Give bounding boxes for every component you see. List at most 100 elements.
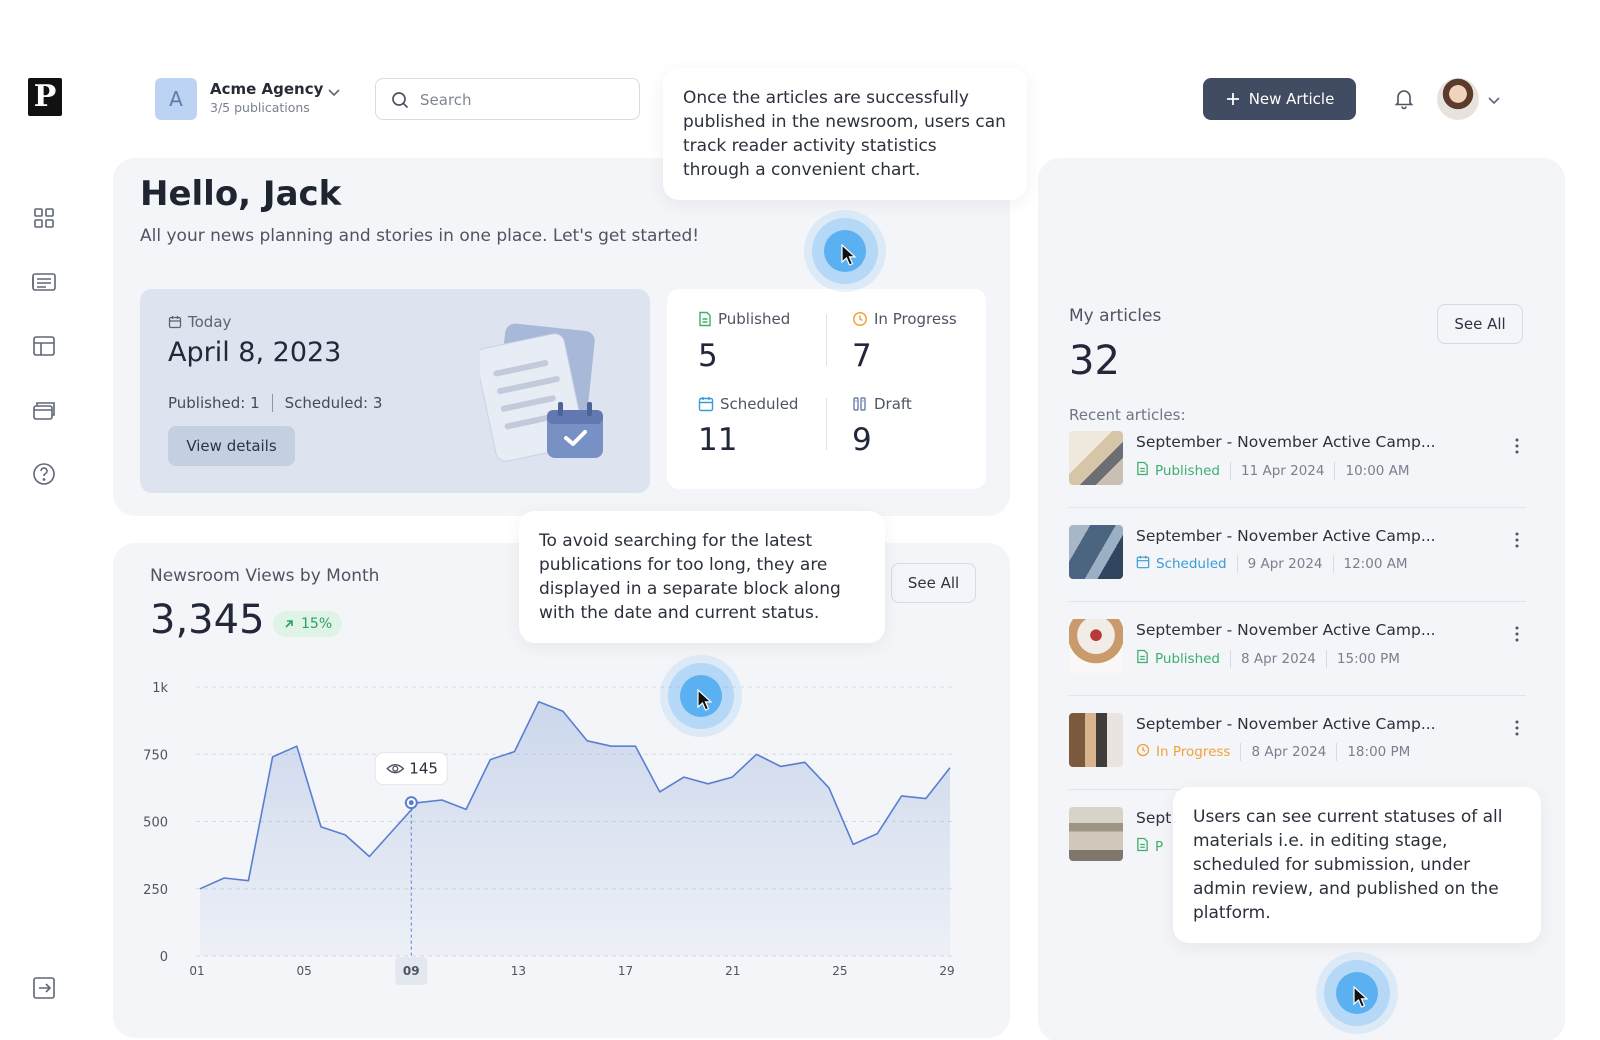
meta-divider: [1332, 555, 1334, 573]
status-feature-tooltip: Users can see current statuses of all ma…: [1173, 787, 1541, 943]
stat-published-label: Published: [698, 310, 790, 328]
article-time: 18:00 PM: [1347, 744, 1411, 760]
stat-in-progress-label: In Progress: [852, 310, 957, 328]
y-tick-label: 1k: [152, 681, 168, 696]
new-article-button[interactable]: New Article: [1203, 78, 1356, 120]
page-subtitle: All your news planning and stories in on…: [140, 226, 700, 246]
article-title[interactable]: Sept: [1136, 809, 1171, 827]
today-stats: Published: 1 Scheduled: 3: [168, 394, 383, 412]
more-options-icon[interactable]: [1514, 437, 1520, 455]
article-meta: In Progress 8 Apr 2024 18:00 PM: [1136, 743, 1410, 761]
articles-see-all-button[interactable]: See All: [1437, 304, 1523, 344]
stat-scheduled-label: Scheduled: [698, 395, 798, 413]
x-tick-label: 21: [725, 964, 740, 978]
meta-divider: [1325, 649, 1327, 668]
article-title[interactable]: September - November Active Camp...: [1136, 621, 1436, 639]
chevron-down-icon[interactable]: [1487, 92, 1501, 106]
article-thumbnail[interactable]: [1069, 525, 1123, 579]
notifications-bell-icon[interactable]: [1392, 86, 1416, 110]
article-time: 10:00 AM: [1345, 462, 1410, 479]
article-row[interactable]: September - November Active Camp... Sche…: [1069, 525, 1526, 603]
help-icon[interactable]: [30, 460, 58, 488]
clock-icon: [1136, 743, 1150, 761]
hotspot-cursor[interactable]: [1316, 952, 1398, 1034]
row-divider: [1069, 601, 1526, 602]
hotspot-cursor[interactable]: [660, 655, 742, 737]
layout-icon[interactable]: [30, 332, 58, 360]
status-badge: In Progress: [1136, 743, 1230, 761]
article-row[interactable]: September - November Active Camp... Publ…: [1069, 431, 1526, 509]
x-tick-label: 05: [297, 964, 312, 978]
my-articles-title: My articles: [1069, 306, 1162, 326]
more-options-icon[interactable]: [1514, 719, 1520, 737]
cursor-icon: [841, 244, 857, 266]
recent-articles-label: Recent articles:: [1069, 406, 1186, 424]
article-title[interactable]: September - November Active Camp...: [1136, 433, 1436, 451]
calendar-icon: [1136, 555, 1150, 573]
more-options-icon[interactable]: [1514, 625, 1520, 643]
search-field[interactable]: [375, 78, 640, 120]
article-meta: P: [1136, 837, 1163, 856]
article-title[interactable]: September - November Active Camp...: [1136, 715, 1436, 733]
plus-icon: [1226, 93, 1239, 105]
chart-see-all-button[interactable]: See All: [891, 563, 976, 603]
chart-tooltip-value: 145: [409, 760, 438, 778]
x-tick-label: 17: [618, 964, 633, 978]
dashboard-grid-icon[interactable]: [30, 204, 58, 232]
article-thumbnail[interactable]: [1069, 619, 1123, 673]
article-thumbnail[interactable]: [1069, 807, 1123, 861]
documents-calendar-illustration: [475, 322, 630, 472]
cursor-icon: [1353, 986, 1369, 1008]
highlight-point-core: [408, 800, 414, 806]
chart-feature-tooltip: Once the articles are successfully publi…: [663, 68, 1027, 200]
article-meta: Scheduled 9 Apr 2024 12:00 AM: [1136, 555, 1408, 573]
stat-divider: [826, 314, 827, 366]
new-article-label: New Article: [1248, 90, 1335, 108]
row-divider: [1069, 507, 1526, 508]
agency-avatar[interactable]: A: [155, 78, 197, 120]
views-change-badge: 15%: [273, 611, 343, 637]
article-time: 12:00 AM: [1343, 556, 1408, 572]
y-tick-label: 0: [160, 950, 168, 965]
article-thumbnail[interactable]: [1069, 713, 1123, 767]
article-date: 11 Apr 2024: [1241, 462, 1325, 479]
user-avatar[interactable]: [1437, 78, 1479, 120]
meta-divider: [1236, 555, 1238, 573]
chart-total-views: 3,345: [150, 597, 265, 643]
document-icon: [1136, 461, 1149, 480]
stat-in-progress-value: 7: [852, 338, 872, 374]
meta-divider: [1230, 461, 1231, 480]
meta-divider: [1336, 743, 1338, 761]
stat-published-value: 5: [698, 338, 718, 374]
recent-articles-tooltip: To avoid searching for the latest public…: [519, 511, 885, 643]
article-thumbnail[interactable]: [1069, 431, 1123, 485]
stat-divider: [826, 398, 827, 450]
search-input[interactable]: [420, 87, 630, 113]
clock-icon: [852, 311, 868, 327]
article-meta: Published 8 Apr 2024 15:00 PM: [1136, 649, 1400, 668]
today-date: April 8, 2023: [168, 337, 342, 368]
cursor-icon: [697, 689, 713, 711]
x-tick-label: 13: [511, 964, 526, 978]
logout-icon[interactable]: [30, 974, 58, 1002]
view-details-button[interactable]: View details: [168, 426, 295, 466]
article-title[interactable]: September - November Active Camp...: [1136, 527, 1436, 545]
hotspot-cursor[interactable]: [804, 210, 886, 292]
views-area-chart[interactable]: 0 250 500 750 1k 01 05 09 13 17 21 25 29 145: [140, 675, 990, 1015]
page-title: Hello, Jack: [140, 174, 342, 214]
publications-stack-icon[interactable]: [30, 396, 58, 424]
article-row[interactable]: September - November Active Camp... Publ…: [1069, 619, 1526, 697]
article-meta: Published 11 Apr 2024 10:00 AM: [1136, 461, 1410, 480]
draft-columns-icon: [853, 397, 866, 411]
status-badge: P: [1136, 837, 1163, 856]
meta-divider: [1230, 649, 1231, 668]
x-tick-label: 01: [189, 964, 204, 978]
agency-name[interactable]: Acme Agency: [210, 80, 323, 98]
article-row[interactable]: September - November Active Camp... In P…: [1069, 713, 1526, 791]
more-options-icon[interactable]: [1514, 531, 1520, 549]
app-logo[interactable]: P: [28, 78, 62, 116]
articles-list-icon[interactable]: [30, 268, 58, 296]
chevron-down-icon[interactable]: [327, 84, 341, 98]
article-date: 8 Apr 2024: [1241, 650, 1316, 667]
chart-title: Newsroom Views by Month: [150, 566, 380, 586]
